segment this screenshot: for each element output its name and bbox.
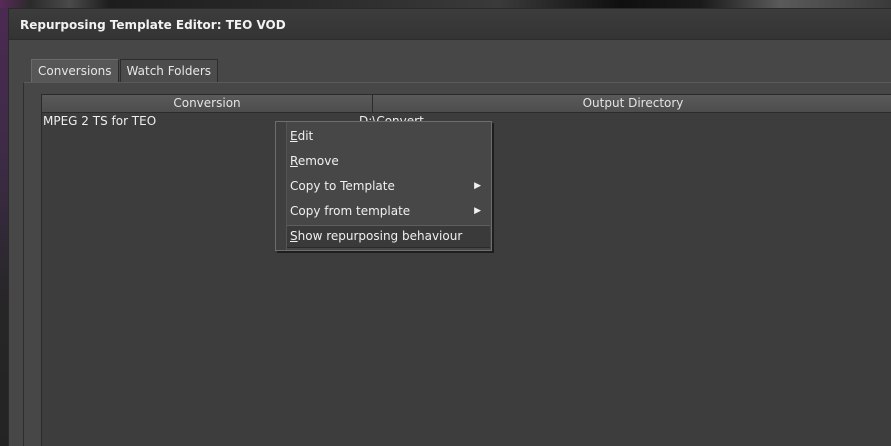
desktop-top-strip (0, 0, 891, 8)
column-header-output-directory[interactable]: Output Directory (373, 95, 891, 112)
column-header-conversion[interactable]: Conversion (42, 95, 373, 112)
menu-item-copy-to-template[interactable]: Copy to Template ▶ (287, 174, 490, 199)
screen: Repurposing Template Editor: TEO VOD Con… (0, 0, 891, 446)
menu-item-remove-accel: R (290, 154, 298, 168)
window-title: Repurposing Template Editor: TEO VOD (20, 18, 286, 32)
table-header: Conversion Output Directory (42, 95, 891, 113)
menu-gutter (276, 122, 287, 250)
desktop-left-edge (0, 8, 8, 446)
tab-conversions[interactable]: Conversions (31, 59, 119, 82)
menu-item-show-label: how repurposing behaviour (297, 229, 463, 243)
menu-item-copy-from-template[interactable]: Copy from template ▶ (287, 199, 490, 224)
menu-item-remove-label: emove (297, 154, 339, 168)
menu-item-copy-to-template-label: Copy to Template (290, 179, 395, 193)
menu-item-show-accel: S (290, 229, 298, 243)
menu-item-remove[interactable]: Remove (287, 149, 490, 174)
chevron-right-icon: ▶ (474, 181, 481, 191)
tab-bar: Conversions Watch Folders (31, 59, 219, 82)
context-menu: Edit Remove Copy to Template ▶ Copy from… (275, 121, 492, 251)
menu-item-show-repurposing-behaviour[interactable]: Show repurposing behaviour (287, 225, 490, 248)
chevron-right-icon: ▶ (474, 206, 481, 216)
tab-watch-folders[interactable]: Watch Folders (119, 59, 219, 82)
menu-item-copy-from-template-label: Copy from template (290, 204, 411, 218)
menu-item-edit-accel: E (290, 129, 298, 143)
title-bar[interactable]: Repurposing Template Editor: TEO VOD (9, 9, 891, 40)
menu-item-edit[interactable]: Edit (287, 124, 490, 149)
menu-item-edit-label: dit (297, 129, 314, 143)
